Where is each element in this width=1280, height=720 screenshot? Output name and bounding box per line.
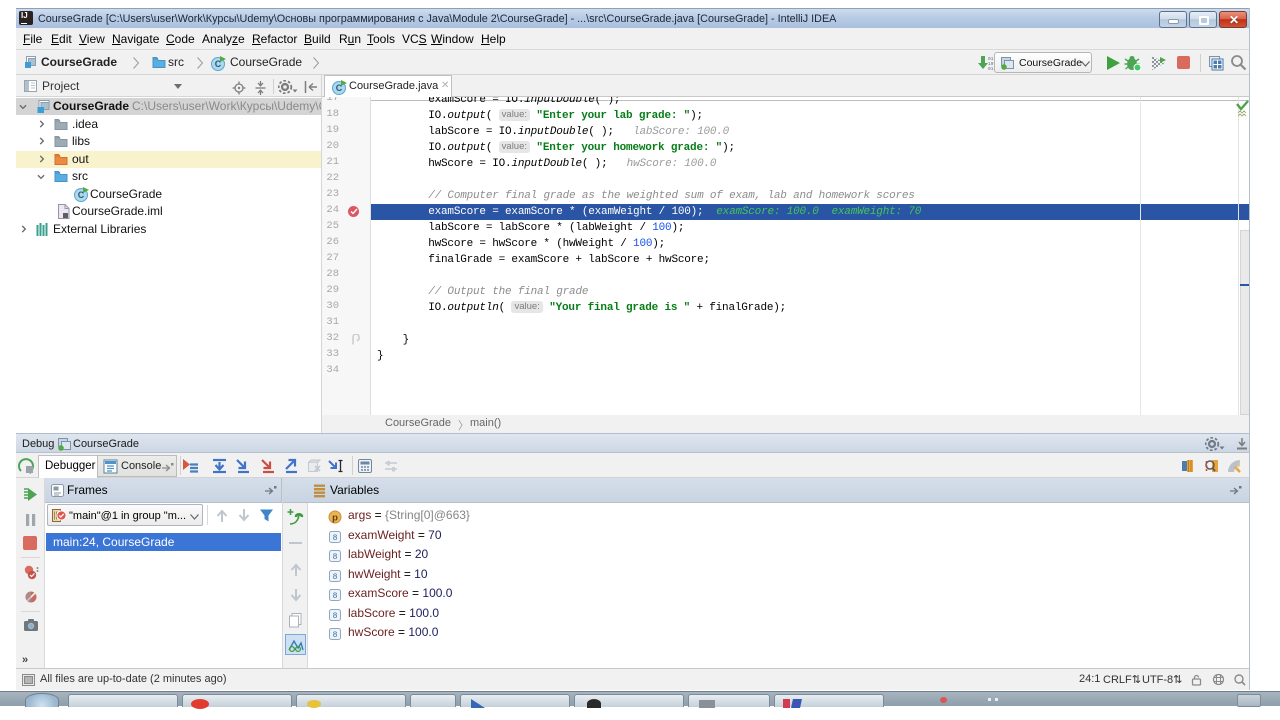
svg-text:p: p — [332, 513, 338, 524]
svg-text:8: 8 — [333, 553, 338, 562]
svg-text:01: 01 — [988, 66, 994, 71]
svg-text:8: 8 — [333, 631, 338, 640]
svg-text:8: 8 — [333, 573, 338, 582]
svg-text:8: 8 — [333, 592, 338, 601]
svg-text:8: 8 — [333, 534, 338, 543]
svg-text:8: 8 — [333, 612, 338, 621]
